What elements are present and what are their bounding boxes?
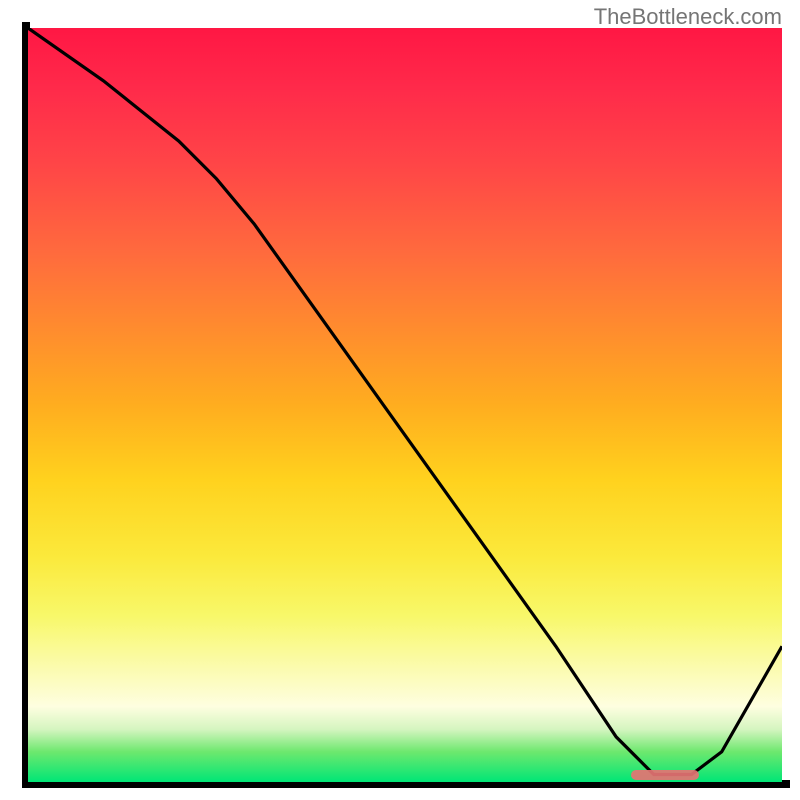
watermark-text: TheBottleneck.com	[594, 4, 782, 30]
optimal-range-marker	[631, 770, 699, 780]
chart-gradient-area	[28, 28, 782, 782]
